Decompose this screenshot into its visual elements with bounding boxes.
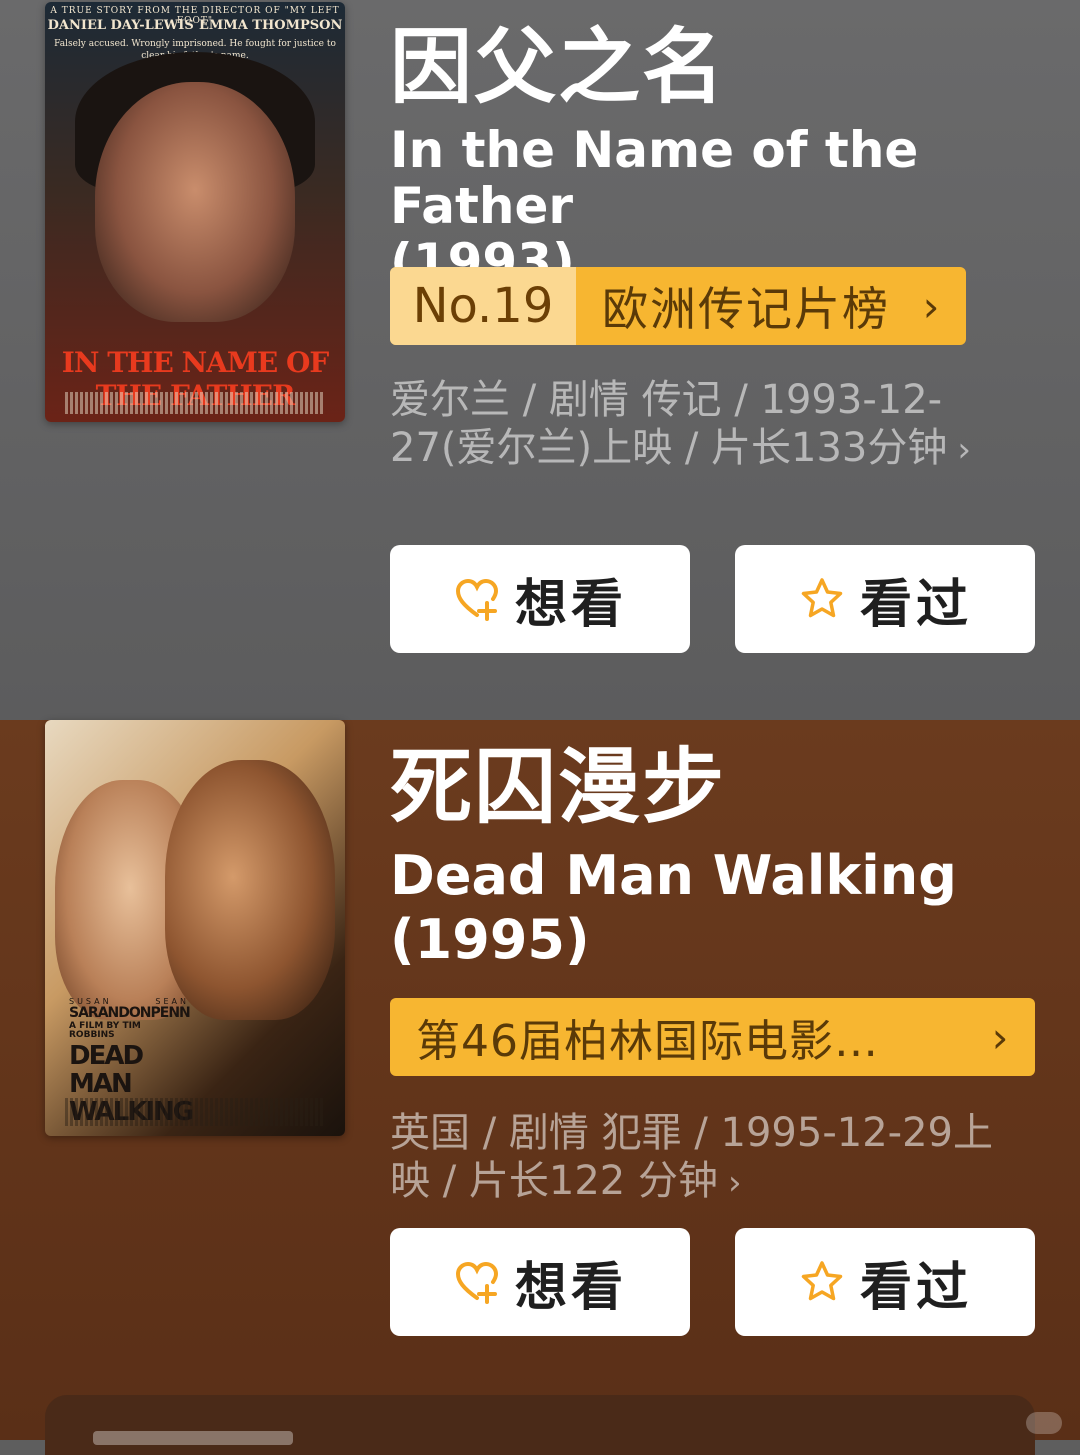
poster-image[interactable]: SUSAN SEAN SARANDON PENN A FILM BY TIM R…: [45, 720, 345, 1136]
rank-number: No.19: [390, 267, 576, 345]
poster-credits: [65, 1098, 325, 1126]
chevron-right-icon: ›: [727, 1163, 742, 1203]
poster-cast-right: PENN: [150, 1005, 191, 1021]
film-title-en-text: In the Name of the Father: [390, 121, 919, 235]
poster-director: A FILM BY TIM ROBBINS: [69, 1021, 141, 1040]
watermark-badge: [1026, 1412, 1062, 1434]
bottom-sheet-heading-cutoff: [93, 1431, 293, 1445]
rank-list-name: 欧洲传记片榜: [602, 282, 890, 336]
want-to-watch-label: 想看: [514, 1257, 627, 1318]
film-info: 死囚漫步 Dead Man Walking (1995): [390, 738, 1040, 972]
want-to-watch-label: 想看: [514, 574, 627, 635]
star-icon: [801, 1261, 843, 1301]
film-title-en-text: Dead Man Walking: [390, 844, 957, 907]
chevron-right-icon: ›: [991, 1012, 1009, 1062]
film-title-en: In the Name of the Father (1993): [390, 122, 1040, 290]
film-meta[interactable]: 爱尔兰 / 剧情 传记 / 1993-12-27(爱尔兰)上映 / 片长133分…: [390, 376, 1020, 474]
poster-cast-right: EMMA THOMPSON: [199, 18, 343, 33]
poster-figure-man: [165, 760, 335, 1020]
poster-cast-left: DANIEL DAY-LEWIS: [47, 18, 194, 33]
bottom-sheet-peek[interactable]: [45, 1395, 1035, 1455]
watched-button[interactable]: 看过: [735, 545, 1035, 653]
chevron-right-icon: ›: [957, 430, 971, 470]
want-to-watch-button[interactable]: 想看: [390, 545, 690, 653]
watched-label: 看过: [859, 574, 972, 635]
film-meta-text: 爱尔兰 / 剧情 传记 / 1993-12-27(爱尔兰)上映 / 片长133分…: [390, 377, 948, 471]
want-to-watch-button[interactable]: 想看: [390, 1228, 690, 1336]
poster-credits: [65, 392, 325, 414]
film-card-2[interactable]: SUSAN SEAN SARANDON PENN A FILM BY TIM R…: [0, 720, 1080, 1440]
film-title-cn: 死囚漫步: [390, 740, 727, 835]
poster-image[interactable]: A TRUE STORY FROM THE DIRECTOR OF "MY LE…: [45, 2, 345, 422]
watched-label: 看过: [859, 1257, 972, 1318]
poster-cast: DANIEL DAY-LEWIS EMMA THOMPSON: [45, 18, 345, 33]
film-meta[interactable]: 英国 / 剧情 犯罪 / 1995-12-29上映 / 片长122 分钟 ›: [390, 1109, 1020, 1207]
chevron-right-icon: ›: [922, 281, 940, 331]
film-year: (1995): [390, 908, 590, 971]
film-title-en: Dead Man Walking (1995): [390, 844, 1040, 972]
heart-plus-icon: [455, 578, 498, 621]
poster-figure-face: [95, 82, 295, 322]
watched-button[interactable]: 看过: [735, 1228, 1035, 1336]
film-card-1[interactable]: A TRUE STORY FROM THE DIRECTOR OF "MY LE…: [0, 0, 1080, 720]
poster-cast-left: SARANDON: [69, 1005, 151, 1021]
star-icon: [801, 578, 843, 618]
heart-plus-icon: [455, 1261, 498, 1304]
film-title-cn: 因父之名: [390, 20, 727, 115]
film-info: 因父之名 In the Name of the Father (1993): [390, 18, 1040, 290]
award-name: 第46届柏林国际电影…: [416, 1016, 879, 1067]
award-badge[interactable]: 第46届柏林国际电影… ›: [390, 998, 1035, 1076]
film-meta-text: 英国 / 剧情 犯罪 / 1995-12-29上映 / 片长122 分钟: [390, 1110, 993, 1204]
rank-badge[interactable]: No.19 欧洲传记片榜 ›: [390, 267, 966, 345]
